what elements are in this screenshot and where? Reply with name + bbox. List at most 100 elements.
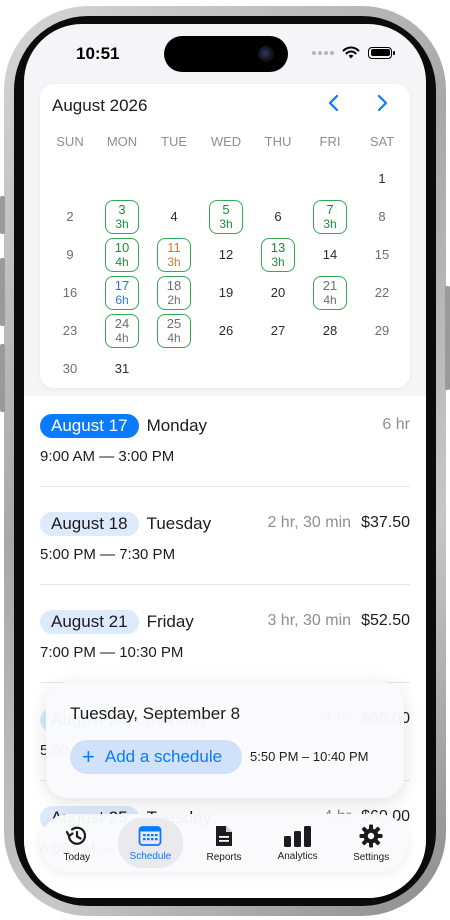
calendar-day[interactable]: 18 2h [148,274,200,312]
scheduled-day-badge: 21 4h [313,276,347,310]
scheduled-day-badge: 24 4h [105,314,139,348]
add-schedule-card: Tuesday, September 8 + Add a schedule 5:… [46,682,404,798]
day-number: 15 [374,247,390,262]
next-month-button[interactable] [376,94,388,118]
tab-today[interactable]: Today [40,814,114,872]
battery-icon [368,46,395,59]
schedule-entry[interactable]: August 17 Monday 6 hr 9:00 AM — 3:00 PM [40,414,410,465]
entry-duration: 6 hr [382,416,410,433]
weekday-header: FRI [319,134,341,149]
day-number: 31 [114,361,130,376]
calendar-day[interactable]: 19 [200,274,252,312]
day-number: 23 [62,323,78,338]
day-number: 1 [378,171,386,186]
calendar-day[interactable]: 16 [44,274,96,312]
calendar-day[interactable]: 12 [200,236,252,274]
tab-settings[interactable]: Settings [334,814,408,872]
calendar-icon [138,825,162,846]
calendar-day[interactable]: 13 3h [252,236,304,274]
tab-label: Reports [206,851,242,863]
tab-reports[interactable]: Reports [187,814,261,872]
calendar-day[interactable]: 20 [252,274,304,312]
calendar-day[interactable]: 15 [356,236,408,274]
day-number: 12 [218,247,234,262]
calendar-day[interactable]: 9 [44,236,96,274]
scheduled-day-badge: 13 3h [261,238,295,272]
calendar-day[interactable]: 31 [96,350,148,388]
calendar-day[interactable]: 30 [44,350,96,388]
day-hours: 2h [167,293,181,307]
scheduled-day-badge: 10 4h [105,238,139,272]
volume-up-button [0,258,5,326]
day-hours: 4h [115,331,129,345]
entry-duration: 2 hr, 30 min [267,514,352,531]
calendar-day[interactable]: 21 4h [304,274,356,312]
calendar-day[interactable]: 24 4h [96,312,148,350]
chevron-right-icon [377,94,388,112]
day-hours: 3h [115,217,129,231]
add-schedule-button[interactable]: + Add a schedule [70,740,242,774]
calendar-day[interactable]: 1 [356,160,408,198]
tab-label: Today [63,851,91,863]
calendar-day[interactable]: 14 [304,236,356,274]
entry-summary: 2 hr, 30 min $37.50 [267,514,410,532]
tab-analytics[interactable]: Analytics [261,814,335,872]
day-hours: 4h [167,331,181,345]
date-pill: August 17 [40,414,139,438]
calendar-day[interactable]: 10 4h [96,236,148,274]
day-number: 29 [374,323,390,338]
day-hours: 6h [115,293,129,307]
calendar-day[interactable]: 17 6h [96,274,148,312]
tab-label: Analytics [277,850,318,862]
date-pill: August 21 [40,610,139,634]
action-button [0,196,5,234]
tab-bar: Today Schedule Reports Analytics Setting… [40,814,408,872]
weekday-header: MON [106,134,138,149]
volume-down-button [0,344,5,412]
calendar-day[interactable]: 22 [356,274,408,312]
day-number: 25 [166,316,182,331]
day-number: 11 [167,240,181,255]
weekday-header: SAT [369,134,395,149]
day-number: 5 [222,202,230,217]
calendar-day[interactable]: 5 3h [200,198,252,236]
selected-date: Tuesday, September 8 [70,704,241,723]
day-number: 9 [66,247,74,262]
tab-schedule[interactable]: Schedule [114,814,188,872]
calendar-day[interactable]: 26 [200,312,252,350]
calendar-card: August 2026 SUN MON TUE WED THU FRI SAT 1 2 3 3h 4… [40,84,410,388]
tab-label: Schedule [129,850,172,862]
day-number: 8 [378,209,386,224]
day-number: 24 [114,316,130,331]
tab-label: Settings [353,851,390,863]
scheduled-day-badge: 18 2h [157,276,191,310]
day-hours: 4h [115,255,129,269]
day-hours: 3h [323,217,337,231]
day-number: 16 [62,285,78,300]
calendar-day[interactable]: 28 [304,312,356,350]
calendar-day[interactable]: 4 [148,198,200,236]
day-number: 19 [218,285,234,300]
calendar-day[interactable]: 7 3h [304,198,356,236]
plus-icon: + [82,744,95,769]
day-number: 3 [118,202,126,217]
schedule-entry[interactable]: August 18 Tuesday 2 hr, 30 min $37.50 5:00 P… [40,512,410,563]
calendar-day[interactable]: 6 [252,198,304,236]
schedule-entry[interactable]: August 21 Friday 3 hr, 30 min $52.50 7:00 PM… [40,610,410,661]
calendar-day[interactable]: 25 4h [148,312,200,350]
entry-time-range: 7:00 PM — 10:30 PM [40,644,184,661]
weekday-header: SUN [56,134,84,149]
calendar-day[interactable]: 29 [356,312,408,350]
calendar-day[interactable]: 3 3h [96,198,148,236]
calendar-day[interactable]: 8 [356,198,408,236]
day-number: 14 [322,247,338,262]
calendar-day[interactable]: 27 [252,312,304,350]
calendar-day[interactable]: 11 3h [148,236,200,274]
previous-month-button[interactable] [328,94,340,118]
calendar-day[interactable]: 2 [44,198,96,236]
divider [40,584,410,585]
screen: 10:51 August 2026 SUN MON TUE WED THU FRI SAT … [24,24,426,898]
clock-rewind-icon [65,826,86,845]
calendar-day[interactable]: 23 [44,312,96,350]
day-number: 10 [114,240,130,255]
